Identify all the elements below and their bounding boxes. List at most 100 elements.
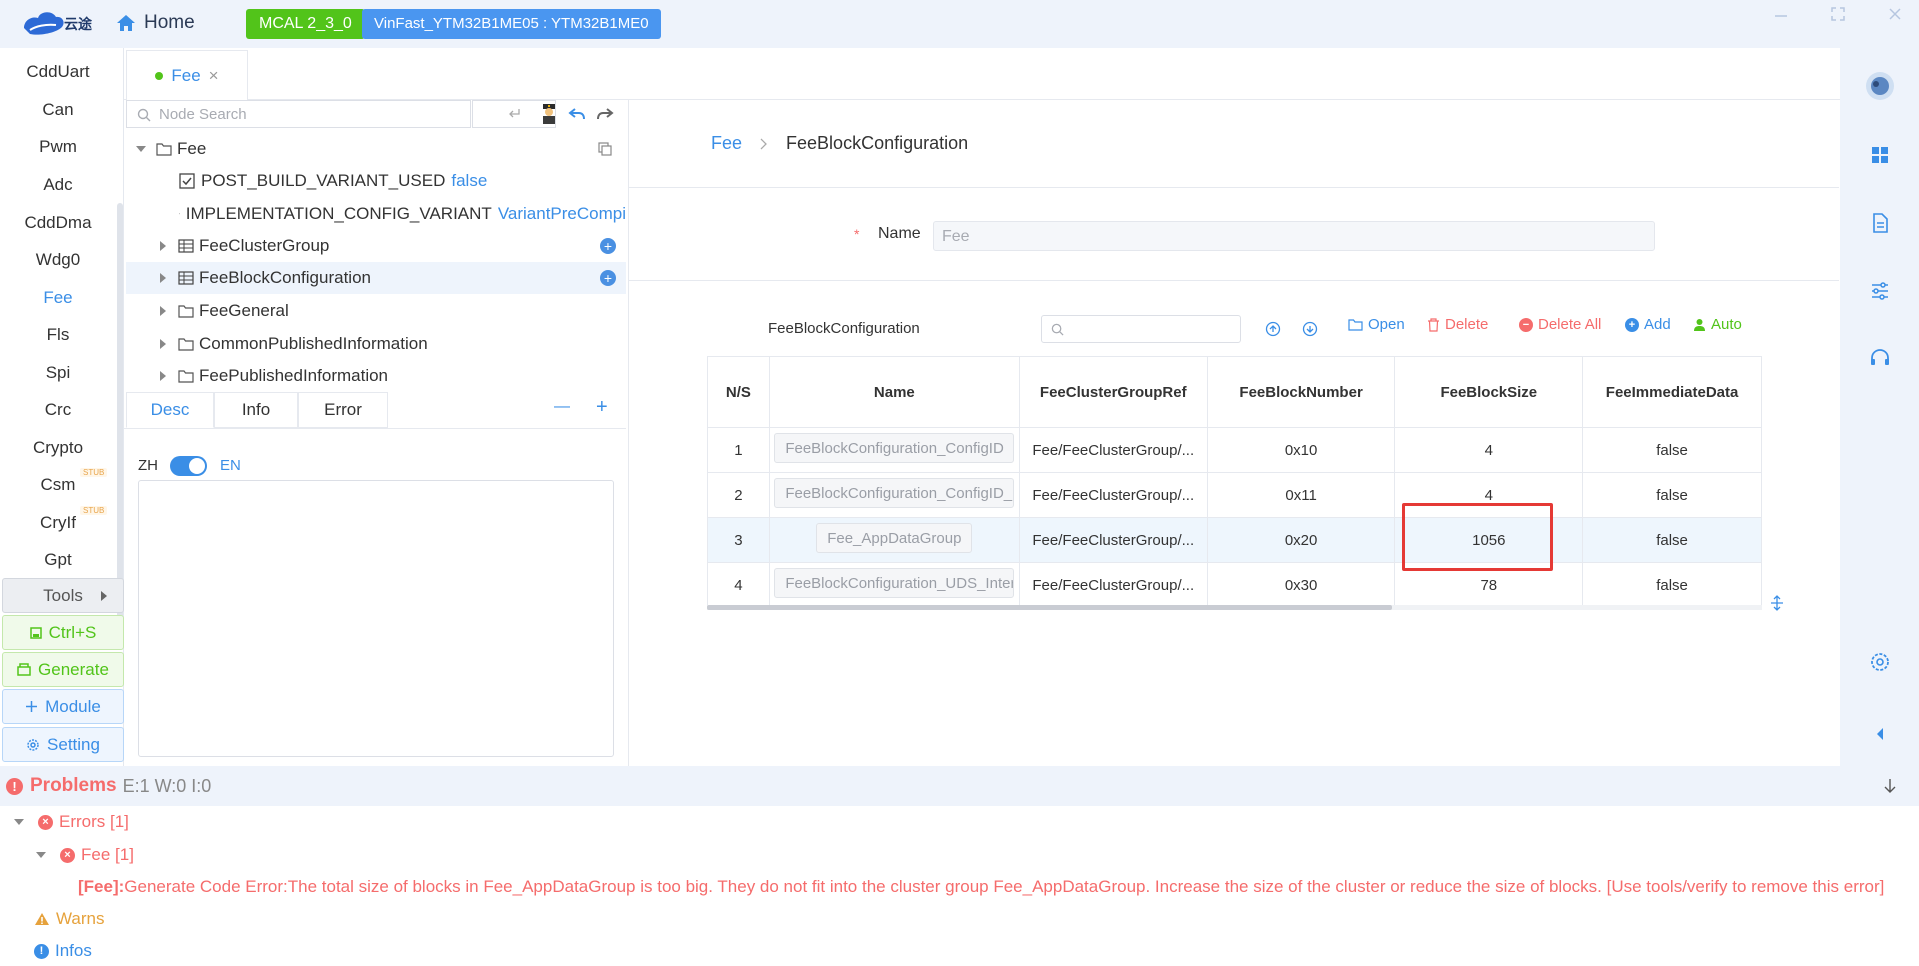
problems-header[interactable]: ! Problems E:1 W:0 I:0 — [0, 766, 1919, 806]
document-icon[interactable] — [1868, 211, 1892, 235]
auto-button[interactable]: Auto — [1693, 316, 1742, 333]
expand-caret-icon[interactable] — [136, 146, 146, 152]
table-row[interactable]: 4 FeeBlockConfiguration_UDS_Inter Fee/Fe… — [707, 562, 1762, 608]
open-button[interactable]: Open — [1348, 316, 1405, 333]
fee-error-group[interactable]: × Fee [1] — [36, 845, 134, 865]
name-input[interactable]: FeeBlockConfiguration_UDS_Inter — [774, 568, 1015, 598]
tree-node-fee-cluster-group[interactable]: FeeClusterGroup + — [126, 230, 626, 262]
tree-node-common-published-information[interactable]: CommonPublishedInformation — [126, 328, 626, 360]
cell-cluster-group-ref[interactable]: Fee/FeeClusterGroup/... — [1018, 472, 1208, 518]
sidebar-item-spi[interactable]: Spi — [0, 363, 116, 383]
tree-node-fee[interactable]: Fee — [126, 133, 626, 165]
cell-block-number[interactable]: 0x10 — [1206, 427, 1396, 473]
sliders-icon[interactable] — [1868, 279, 1892, 303]
add-button[interactable]: + Add — [1625, 316, 1671, 333]
name-field[interactable]: Fee — [933, 221, 1655, 251]
collapse-left-icon[interactable] — [1868, 722, 1892, 746]
collapse-caret-icon[interactable] — [160, 273, 166, 283]
sidebar-item-pwm[interactable]: Pwm — [0, 137, 116, 157]
device-badge[interactable]: VinFast_YTM32B1ME05 : YTM32B1ME0 — [362, 9, 661, 39]
expand-caret-icon[interactable] — [36, 852, 46, 858]
module-button[interactable]: Module — [2, 689, 124, 724]
breadcrumb-root[interactable]: Fee — [711, 133, 742, 154]
tree-node-fee-published-information[interactable]: FeePublishedInformation — [126, 360, 626, 392]
expand-panel-button[interactable]: + — [596, 396, 608, 419]
table-row[interactable]: 1 FeeBlockConfiguration_ConfigID Fee/Fee… — [707, 427, 1762, 473]
generate-button[interactable]: Generate — [2, 652, 124, 687]
sidebar-item-wdg0[interactable]: Wdg0 — [0, 250, 116, 270]
tree-node-implementation-config-variant[interactable]: IMPLEMENTATION_CONFIG_VARIANT VariantPre… — [126, 198, 626, 230]
cell-name[interactable]: Fee_AppDataGroup — [768, 517, 1020, 563]
globe-avatar-icon[interactable] — [1864, 70, 1896, 102]
sidebar-item-fls[interactable]: Fls — [0, 325, 116, 345]
sidebar-scrollbar[interactable] — [117, 203, 123, 623]
arrow-down-icon[interactable] — [1883, 778, 1897, 794]
cell-name[interactable]: FeeBlockConfiguration_UDS_Inter — [768, 562, 1020, 608]
sidebar-item-fee[interactable]: Fee — [0, 288, 116, 308]
copy-icon[interactable] — [598, 142, 612, 156]
move-up-icon[interactable] — [1265, 321, 1281, 337]
tools-button[interactable]: Tools — [2, 578, 124, 613]
cell-name[interactable]: FeeBlockConfiguration_ConfigID — [768, 427, 1020, 473]
sidebar-item-gpt[interactable]: Gpt — [0, 550, 116, 570]
support-headset-icon[interactable] — [1868, 347, 1892, 371]
cell-block-number[interactable]: 0x11 — [1206, 472, 1396, 518]
description-textarea[interactable] — [138, 480, 614, 757]
cell-immediate-data[interactable]: false — [1582, 427, 1762, 473]
cell-cluster-group-ref[interactable]: Fee/FeeClusterGroup/... — [1018, 562, 1208, 608]
tree-node-post-build-variant-used[interactable]: POST_BUILD_VARIANT_USED false — [126, 165, 626, 197]
collapse-caret-icon[interactable] — [160, 241, 166, 251]
move-down-icon[interactable] — [1302, 321, 1318, 337]
maximize-icon[interactable] — [1830, 6, 1846, 22]
sidebar-item-can[interactable]: Can — [0, 100, 116, 120]
add-child-icon[interactable]: + — [600, 270, 616, 286]
sidebar-item-cryif[interactable]: CryIf — [0, 513, 116, 533]
cell-immediate-data[interactable]: false — [1582, 517, 1762, 563]
expand-caret-icon[interactable] — [14, 819, 24, 825]
sidebar-item-crypto[interactable]: Crypto — [0, 438, 116, 458]
column-header-immediate-data[interactable]: FeeImmediateData — [1582, 356, 1762, 428]
home-link[interactable]: Home — [116, 12, 195, 34]
node-search-input[interactable]: Node Search — [126, 100, 471, 128]
sidebar-item-cdddma[interactable]: CddDma — [0, 213, 116, 233]
checkbox-checked-icon[interactable] — [179, 173, 195, 189]
collapse-panel-button[interactable]: — — [554, 398, 570, 416]
cell-block-size[interactable]: 4 — [1394, 427, 1584, 473]
column-header-block-size[interactable]: FeeBlockSize — [1394, 356, 1584, 428]
tab-close-icon[interactable]: × — [209, 66, 219, 86]
cell-block-number[interactable]: 0x30 — [1206, 562, 1396, 608]
table-hscroll-thumb[interactable] — [707, 605, 1392, 610]
column-header-cluster-group-ref[interactable]: FeeClusterGroupRef — [1018, 356, 1208, 428]
grid-icon[interactable] — [1868, 143, 1892, 167]
name-input[interactable]: FeeBlockConfiguration_ConfigID_I — [774, 478, 1015, 508]
table-row[interactable]: 2 FeeBlockConfiguration_ConfigID_I Fee/F… — [707, 472, 1762, 518]
tab-error[interactable]: Error — [298, 392, 388, 428]
close-window-icon[interactable] — [1887, 6, 1903, 22]
sidebar-item-csm[interactable]: Csm — [0, 475, 116, 495]
infos-group[interactable]: ! Infos — [34, 941, 92, 961]
settings-gear-icon[interactable] — [1868, 650, 1892, 674]
collapse-caret-icon[interactable] — [160, 339, 166, 349]
table-row[interactable]: 3 Fee_AppDataGroup Fee/FeeClusterGroup/.… — [707, 517, 1762, 563]
cell-immediate-data[interactable]: false — [1582, 562, 1762, 608]
column-header-ns[interactable]: N/S — [707, 356, 770, 428]
error-message[interactable]: [Fee]: Generate Code Error:The total siz… — [78, 877, 1919, 897]
tree-node-fee-block-configuration[interactable]: FeeBlockConfiguration + — [126, 262, 626, 294]
resize-handle-icon[interactable] — [1769, 595, 1785, 611]
add-child-icon[interactable]: + — [600, 238, 616, 254]
agent-avatar-button[interactable] — [536, 100, 562, 128]
cell-block-number[interactable]: 0x20 — [1206, 517, 1396, 563]
table-search-input[interactable] — [1041, 315, 1241, 343]
cell-immediate-data[interactable]: false — [1582, 472, 1762, 518]
delete-all-button[interactable]: − Delete All — [1519, 316, 1601, 333]
redo-button[interactable] — [592, 100, 618, 128]
language-toggle[interactable] — [170, 456, 207, 476]
sidebar-item-cdduart[interactable]: CddUart — [0, 62, 116, 82]
setting-button[interactable]: Setting — [2, 727, 124, 762]
sidebar-item-crc[interactable]: Crc — [0, 400, 116, 420]
column-header-block-number[interactable]: FeeBlockNumber — [1206, 356, 1396, 428]
name-input[interactable]: FeeBlockConfiguration_ConfigID — [774, 433, 1015, 463]
cell-cluster-group-ref[interactable]: Fee/FeeClusterGroup/... — [1018, 427, 1208, 473]
undo-button[interactable] — [564, 100, 590, 128]
collapse-caret-icon[interactable] — [160, 306, 166, 316]
